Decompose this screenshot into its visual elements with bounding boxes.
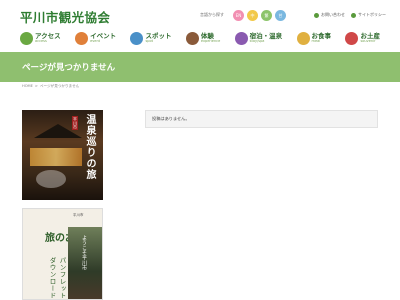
- nav-item-texts: イベント event: [90, 32, 116, 44]
- nav-item-sublabel: experience: [200, 39, 221, 43]
- nav-item-texts: 体験 experience: [200, 32, 221, 44]
- nav-item-spot[interactable]: スポット spot: [130, 28, 171, 48]
- pamphlet-download-banner[interactable]: 平川市 旅のお供に パンフレットダウンロード ようこそ平川市: [22, 208, 103, 300]
- site-policy-link-label: サイトポリシー: [358, 12, 386, 17]
- language-button[interactable]: EN: [233, 10, 244, 21]
- souvenir-icon: [345, 31, 359, 45]
- banner-lantern-light: [30, 148, 82, 166]
- nav-item-texts: 宿泊・温泉 stay/spa: [249, 32, 283, 44]
- nav-item-sublabel: spot: [145, 39, 154, 43]
- page-title: ページが見つかりません: [22, 63, 116, 73]
- nav-item-texts: お食事 meal: [311, 32, 332, 44]
- nav-item-sublabel: access: [35, 39, 47, 43]
- language-button[interactable]: 中: [247, 10, 258, 21]
- onsen-icon: [234, 31, 248, 45]
- site-logo[interactable]: 平川市観光協会: [20, 7, 110, 26]
- contact-link[interactable]: お問い合わせ: [314, 12, 345, 18]
- top-links: お問い合わせ サイトポリシー: [314, 12, 386, 18]
- main-nav: アクセス access イベント event スポット spot 体験 experience 宿…: [20, 28, 380, 48]
- spot-icon: [130, 31, 144, 45]
- nav-item-event[interactable]: イベント event: [75, 28, 116, 48]
- banner2-photo-text: ようこそ平川市: [81, 235, 87, 270]
- nav-item-sublabel: event: [90, 39, 101, 43]
- nav-item-stayspa[interactable]: 宿泊・温泉 stay/spa: [234, 28, 283, 48]
- nav-item-sublabel: stay/spa: [249, 39, 265, 43]
- car-icon: [20, 31, 33, 45]
- site-policy-link[interactable]: サイトポリシー: [351, 12, 386, 18]
- nav-item-texts: スポット spot: [145, 32, 171, 44]
- nav-item-meal[interactable]: お食事 meal: [296, 28, 332, 48]
- nav-item-sublabel: souvenir: [360, 39, 376, 43]
- banner-roof-shape: [34, 124, 82, 138]
- nav-item-sublabel: meal: [311, 39, 321, 43]
- breadcrumb-home[interactable]: HOME: [22, 84, 33, 89]
- bullet-icon: [314, 12, 319, 18]
- language-label: 言語から探す: [200, 12, 224, 17]
- steam-icon: [36, 170, 66, 188]
- nav-item-souvenir[interactable]: お土産 souvenir: [345, 28, 380, 48]
- site-header: 平川市観光協会 言語から探す EN 中繁 한 お問い合わせ サイトポリシー: [0, 0, 400, 26]
- content-message-box: 投稿はありません。: [145, 110, 378, 128]
- meal-icon: [296, 31, 310, 45]
- experience-icon: [185, 31, 199, 45]
- banner-tag: 平川市: [72, 116, 78, 130]
- breadcrumb: HOME > ページが見つかりません: [22, 84, 79, 89]
- nav-item-texts: お土産 souvenir: [360, 32, 380, 44]
- banner-title: 温泉巡りの旅: [84, 114, 95, 180]
- contact-link-label: お問い合わせ: [321, 12, 345, 17]
- nav-item-experience[interactable]: 体験 experience: [185, 28, 221, 48]
- language-button[interactable]: 繁: [261, 10, 272, 21]
- no-posts-message: 投稿はありません。: [152, 116, 190, 121]
- onsen-tour-banner[interactable]: 平川市 温泉巡りの旅: [22, 110, 103, 200]
- language-button[interactable]: 한: [275, 10, 286, 21]
- event-icon: [75, 31, 89, 45]
- breadcrumb-separator: >: [34, 84, 38, 88]
- language-selector: EN 中繁 한: [233, 10, 286, 21]
- banner2-vertical-text: パンフレットダウンロード: [48, 257, 66, 299]
- title-band: ページが見つかりません: [0, 52, 400, 82]
- bullet-icon: [351, 12, 356, 18]
- nav-item-texts: アクセス access: [35, 32, 61, 44]
- breadcrumb-current: ページが見つかりません: [39, 84, 80, 88]
- banner2-top-line: 平川市: [73, 213, 84, 217]
- nav-item-access[interactable]: アクセス access: [20, 28, 61, 48]
